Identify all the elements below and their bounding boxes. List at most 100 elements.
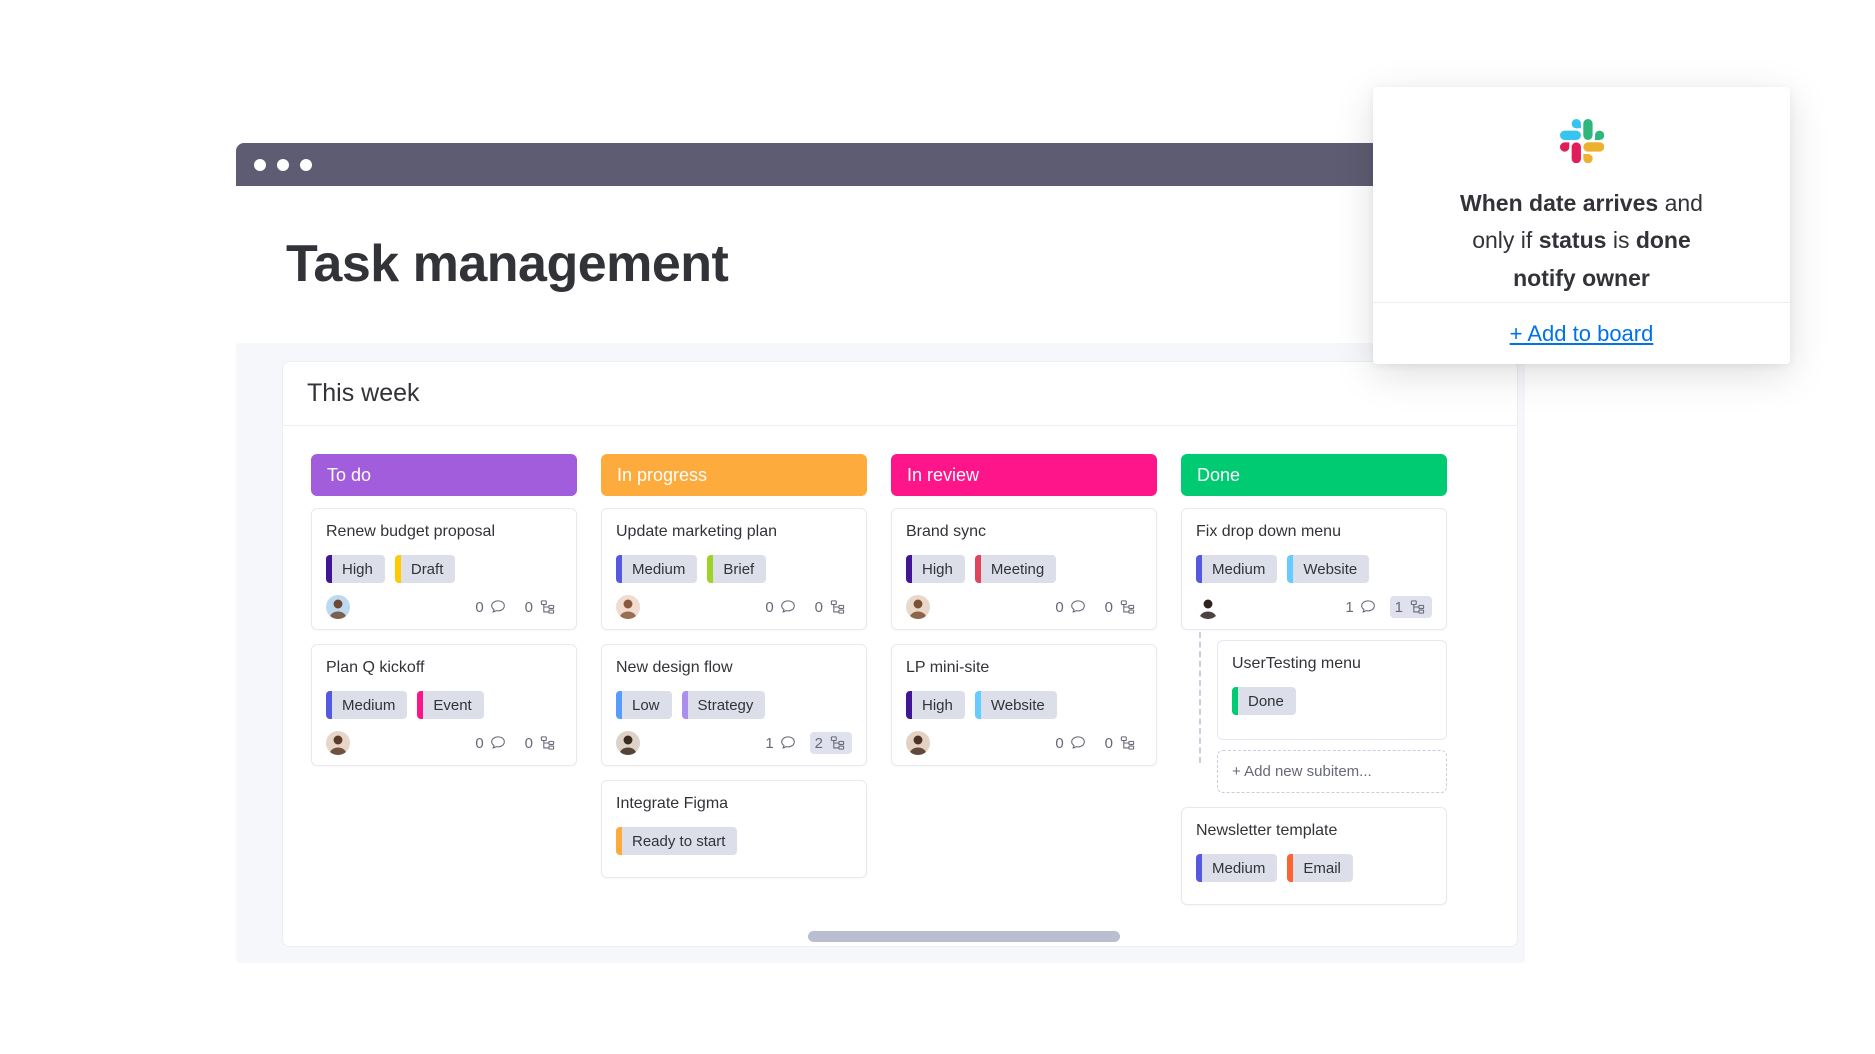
maximize-dot-icon[interactable] <box>300 158 312 171</box>
task-title: Newsletter template <box>1196 822 1338 839</box>
task-card[interactable]: Fix drop down menu Medium Website 1 1 <box>1181 508 1447 630</box>
subitems-metric[interactable]: 2 <box>809 732 852 754</box>
task-footer: 11 <box>1196 595 1432 619</box>
comments-metric[interactable]: 0 <box>1050 732 1091 754</box>
avatar[interactable] <box>326 595 350 619</box>
task-card[interactable]: Update marketing plan Medium Brief 0 0 <box>601 508 867 630</box>
subitems-metric[interactable]: 1 <box>1389 596 1432 618</box>
tag-color-bar <box>1196 854 1202 882</box>
board-column-done: Done Fix drop down menu Medium Website 1 1 Use… <box>1169 454 1459 946</box>
subitems-metric[interactable]: 0 <box>1100 596 1142 618</box>
task-card[interactable]: Brand sync High Meeting 0 0 <box>891 508 1157 630</box>
task-tag[interactable]: Email <box>1287 854 1353 882</box>
board-header: This week <box>283 362 1517 426</box>
minimize-dot-icon[interactable] <box>277 158 289 171</box>
subitem-title: UserTesting menu <box>1232 655 1361 672</box>
tag-label: Medium <box>632 560 686 578</box>
popup-footer: + Add to board <box>1373 302 1790 364</box>
tag-color-bar <box>1287 854 1294 882</box>
task-tag[interactable]: Meeting <box>974 555 1057 583</box>
tag-label: Low <box>632 696 660 714</box>
task-tag[interactable]: Strategy <box>681 691 766 719</box>
task-tag[interactable]: Medium <box>1196 854 1278 882</box>
column-body: Update marketing plan Medium Brief 0 0 New de… <box>601 496 867 878</box>
comment-icon <box>1070 736 1085 749</box>
task-tag[interactable]: Medium <box>326 691 408 719</box>
column-header[interactable]: To do <box>311 454 577 496</box>
subitems-metric[interactable]: 0 <box>1100 732 1142 754</box>
tag-label: Medium <box>342 696 396 714</box>
task-title: New design flow <box>616 659 733 676</box>
comments-metric[interactable]: 1 <box>1340 596 1381 618</box>
task-title: Update marketing plan <box>616 523 777 540</box>
comments-metric[interactable]: 0 <box>470 596 511 618</box>
close-dot-icon[interactable] <box>254 158 266 171</box>
avatar[interactable] <box>906 731 930 755</box>
task-tags: Medium Email <box>1196 854 1432 882</box>
subitems-count: 0 <box>1104 598 1113 616</box>
tag-color-bar <box>616 691 622 719</box>
popup-content: When date arrives and only if status is … <box>1373 87 1790 297</box>
task-tag[interactable]: Ready to start <box>616 827 738 855</box>
column-header[interactable]: In progress <box>601 454 867 496</box>
task-tag[interactable]: Medium <box>1196 555 1278 583</box>
tag-label: High <box>922 696 953 714</box>
tag-color-bar <box>326 555 332 583</box>
column-body: Renew budget proposal High Draft 0 0 Plan Q k… <box>311 496 577 766</box>
task-tag[interactable]: High <box>906 555 965 583</box>
task-card[interactable]: New design flow Low Strategy 1 2 <box>601 644 867 766</box>
avatar[interactable] <box>906 595 930 619</box>
avatar[interactable] <box>616 595 640 619</box>
subitems-icon <box>830 600 845 614</box>
avatar[interactable] <box>1196 595 1220 619</box>
avatar[interactable] <box>326 731 350 755</box>
comments-metric[interactable]: 1 <box>760 732 801 754</box>
task-metrics: 00 <box>470 732 562 754</box>
comments-metric[interactable]: 0 <box>1050 596 1091 618</box>
board-group-title: This week <box>307 379 420 407</box>
task-footer: 00 <box>906 595 1142 619</box>
task-tag[interactable]: High <box>906 691 965 719</box>
task-footer: 00 <box>326 731 562 755</box>
recipe-action: notify owner <box>1513 264 1650 291</box>
add-to-board-button[interactable]: + Add to board <box>1510 321 1654 347</box>
task-card[interactable]: Plan Q kickoff Medium Event 0 0 <box>311 644 577 766</box>
task-tags: High Website <box>906 691 1142 719</box>
subitems-count: 0 <box>1104 734 1113 752</box>
task-card[interactable]: Integrate Figma Ready to start <box>601 780 867 878</box>
column-label: To do <box>327 464 372 485</box>
subitems-metric[interactable]: 0 <box>520 732 562 754</box>
task-tag[interactable]: Website <box>974 691 1057 719</box>
task-tag[interactable]: Website <box>1287 555 1370 583</box>
add-subitem-button[interactable]: + Add new subitem... <box>1217 750 1447 793</box>
column-header[interactable]: In review <box>891 454 1157 496</box>
task-tags: Medium Brief <box>616 555 852 583</box>
task-tag[interactable]: Medium <box>616 555 698 583</box>
task-tag[interactable]: Event <box>417 691 484 719</box>
task-title: Fix drop down menu <box>1196 523 1341 540</box>
comments-metric[interactable]: 0 <box>470 732 511 754</box>
tag-label: High <box>342 560 373 578</box>
task-tag[interactable]: Done <box>1232 687 1296 715</box>
column-header[interactable]: Done <box>1181 454 1447 496</box>
board-column-in-review: In review Brand sync High Meeting 0 0 LP mini-… <box>879 454 1169 946</box>
task-tag[interactable]: Low <box>616 691 672 719</box>
task-tags: Medium Website <box>1196 555 1432 583</box>
avatar[interactable] <box>616 731 640 755</box>
task-tags: Low Strategy <box>616 691 852 719</box>
horizontal-scrollbar[interactable] <box>808 931 1120 942</box>
task-tags: High Meeting <box>906 555 1142 583</box>
subitems-metric[interactable]: 0 <box>810 596 852 618</box>
comments-metric[interactable]: 0 <box>760 596 801 618</box>
subitems-count: 2 <box>814 734 823 752</box>
subitems-metric[interactable]: 0 <box>520 596 562 618</box>
task-tag[interactable]: Brief <box>707 555 767 583</box>
task-tag[interactable]: Draft <box>394 555 456 583</box>
task-card[interactable]: LP mini-site High Website 0 0 <box>891 644 1157 766</box>
subitem-card[interactable]: UserTesting menu Done <box>1217 640 1447 740</box>
comment-icon <box>1360 600 1375 613</box>
task-card[interactable]: Newsletter template Medium Email <box>1181 807 1447 905</box>
comment-icon <box>1070 600 1085 613</box>
task-card[interactable]: Renew budget proposal High Draft 0 0 <box>311 508 577 630</box>
task-tag[interactable]: High <box>326 555 385 583</box>
